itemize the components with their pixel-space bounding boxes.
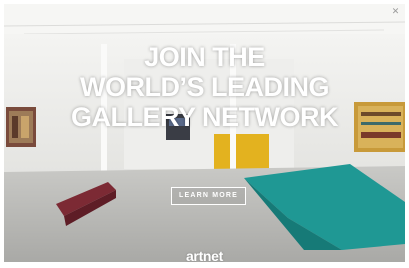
close-icon[interactable]: ✕ bbox=[390, 7, 401, 18]
yellow-panel bbox=[214, 134, 269, 169]
headline-line-1: JOIN THE bbox=[144, 42, 265, 72]
learn-more-button[interactable]: LEARN MORE bbox=[171, 187, 246, 205]
headline: JOIN THE WORLD’S LEADING GALLERY NETWORK bbox=[4, 42, 405, 132]
headline-line-3: GALLERY NETWORK bbox=[71, 102, 339, 132]
headline-line-2: WORLD’S LEADING bbox=[80, 72, 330, 102]
artnet-logo[interactable]: artnet bbox=[4, 248, 405, 262]
gallery-network-ad[interactable]: ✕ JOIN THE WORLD’S LEADING GALLERY NETWO… bbox=[4, 4, 405, 262]
